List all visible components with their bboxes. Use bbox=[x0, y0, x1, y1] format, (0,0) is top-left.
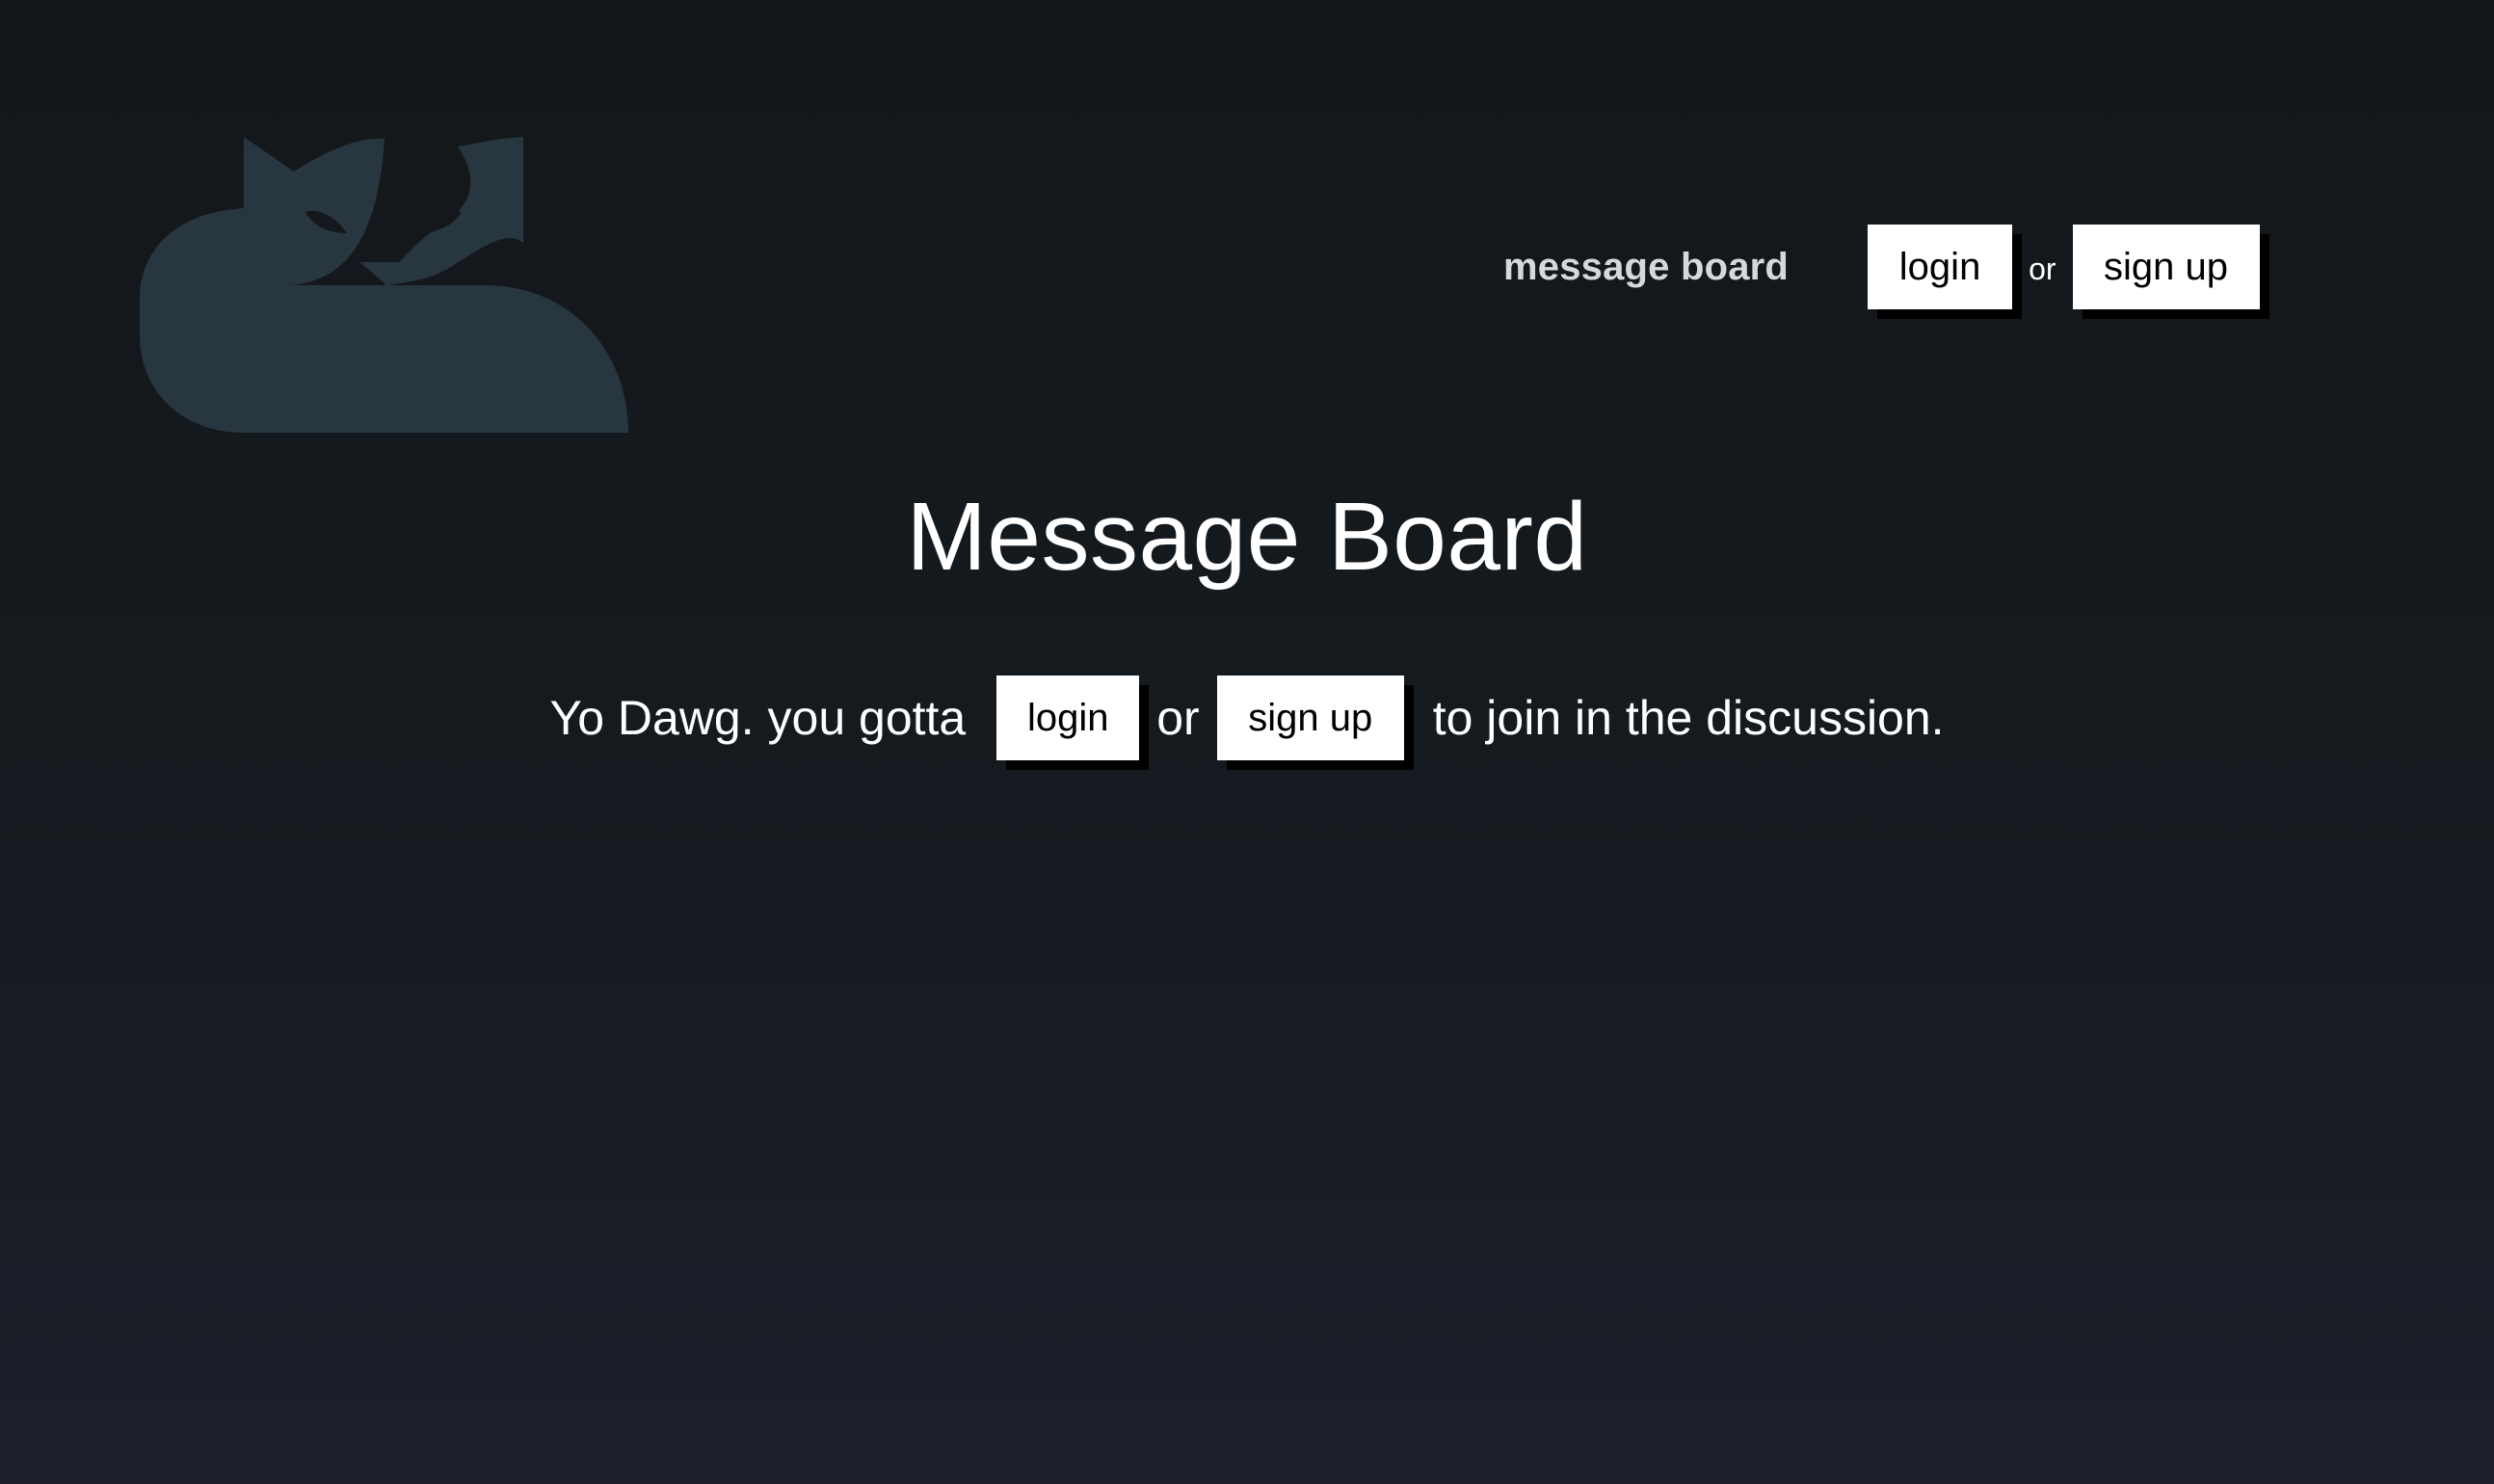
join-signup-button[interactable]: sign up bbox=[1216, 676, 1404, 760]
page-title: Message Board bbox=[906, 483, 1588, 591]
nav-message-board-link[interactable]: message board bbox=[1503, 246, 1789, 289]
nav-or-text: or bbox=[2029, 251, 2056, 286]
join-prompt-text-after: to join in the discussion. bbox=[1432, 691, 1945, 745]
top-navigation: message board login or sign up bbox=[1503, 224, 2260, 310]
join-or-text: or bbox=[1156, 691, 1200, 745]
join-prompt-text-before: Yo Dawg. you gotta bbox=[549, 691, 967, 745]
nav-login-button[interactable]: login bbox=[1868, 225, 2013, 309]
nav-signup-button[interactable]: sign up bbox=[2072, 225, 2260, 309]
join-login-button[interactable]: login bbox=[996, 676, 1140, 760]
join-prompt: Yo Dawg. you gotta login or sign up to j… bbox=[0, 675, 2494, 761]
fox-cat-logo-icon[interactable] bbox=[140, 137, 628, 433]
